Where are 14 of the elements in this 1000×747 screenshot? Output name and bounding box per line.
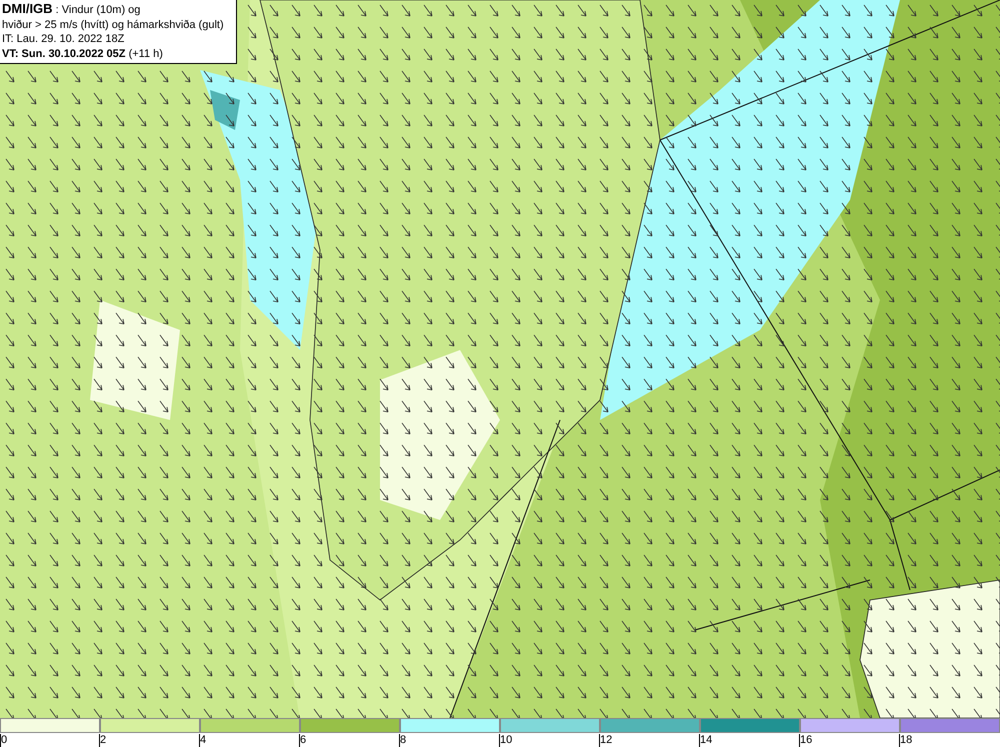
legend-tick-label: 12 — [599, 734, 612, 747]
title-line: DMI/IGB : Vindur (10m) og — [2, 2, 142, 18]
legend-tick-label: 18 — [899, 734, 912, 747]
title-line: IT: Lau. 29. 10. 2022 18Z — [2, 32, 126, 46]
legend-tick-label: 8 — [399, 734, 406, 747]
legend-tick-label: 2 — [99, 734, 106, 747]
legend-tick-label: 6 — [299, 734, 306, 747]
title-line: hviður > 25 m/s (hvítt) og hámarkshviða (gult) — [2, 18, 225, 32]
legend-tick-label: 4 — [199, 734, 206, 747]
title-line: VT: Sun. 30.10.2022 05Z (+11 h) — [2, 46, 164, 61]
legend-tick-label: 16 — [799, 734, 812, 747]
legend-tick-label: 0 — [0, 734, 8, 747]
legend-tick-label: 14 — [699, 734, 712, 747]
legend-tick-label: 10 — [499, 734, 512, 747]
